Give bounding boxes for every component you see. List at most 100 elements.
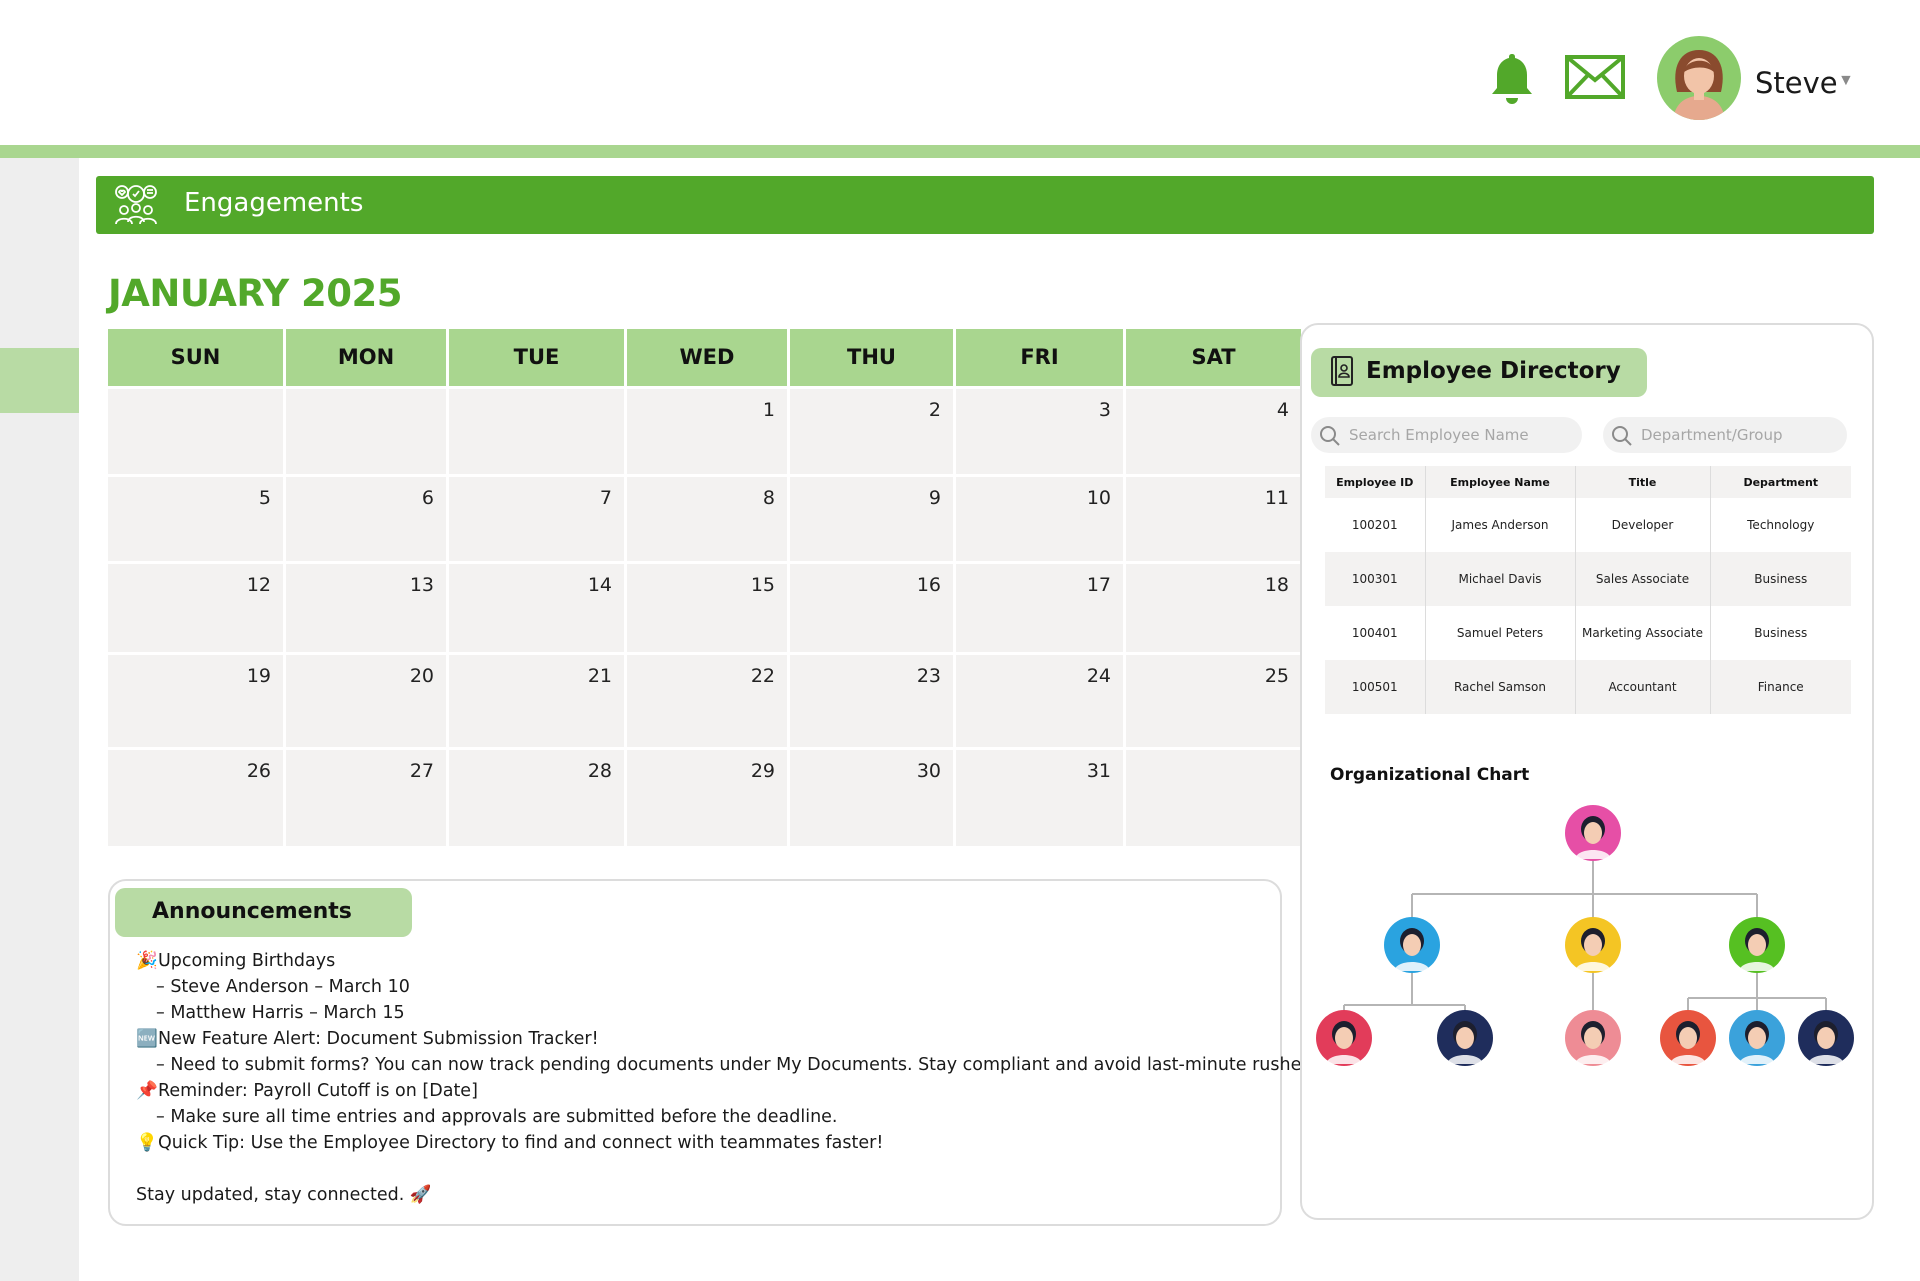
calendar-day[interactable]: 26: [108, 750, 283, 846]
caret-down-icon[interactable]: ▼: [1838, 72, 1854, 90]
calendar-day[interactable]: 25: [1126, 655, 1301, 747]
table-cell: Developer: [1575, 498, 1711, 552]
column-header[interactable]: Title: [1575, 466, 1711, 498]
org-chart-avatar[interactable]: [1384, 917, 1440, 973]
employee-table: Employee ID Employee Name Title Departme…: [1325, 466, 1851, 714]
table-cell: 100401: [1325, 606, 1426, 660]
weekday-label: SUN: [108, 329, 283, 386]
calendar-day[interactable]: 15: [627, 564, 787, 652]
announcement-closing: Stay updated, stay connected. 🚀: [136, 1185, 432, 1205]
table-header: Employee ID Employee Name Title Departme…: [1325, 466, 1851, 498]
calendar-day[interactable]: 9: [790, 477, 953, 561]
calendar-day[interactable]: [1126, 750, 1301, 846]
table-cell: Business: [1710, 552, 1851, 606]
calendar-day[interactable]: 10: [956, 477, 1123, 561]
table-cell: Sales Associate: [1575, 552, 1711, 606]
org-chart-avatar[interactable]: [1729, 917, 1785, 973]
calendar-day[interactable]: 28: [449, 750, 624, 846]
employee-search-input[interactable]: Search Employee Name: [1311, 417, 1582, 453]
calendar-day[interactable]: 30: [790, 750, 953, 846]
weekday-label: MON: [286, 329, 446, 386]
table-cell: Samuel Peters: [1425, 606, 1576, 660]
sidebar-item-active[interactable]: [0, 348, 79, 413]
calendar-day[interactable]: 2: [790, 389, 953, 474]
weekday-label: WED: [627, 329, 787, 386]
calendar-day[interactable]: 12: [108, 564, 283, 652]
calendar-day[interactable]: 31: [956, 750, 1123, 846]
table-cell: Finance: [1710, 660, 1851, 714]
table-cell: Michael Davis: [1425, 552, 1576, 606]
org-chart-avatar[interactable]: [1316, 1010, 1372, 1066]
mail-icon[interactable]: [1564, 54, 1626, 100]
org-chart-avatar[interactable]: [1660, 1010, 1716, 1066]
calendar-day[interactable]: 22: [627, 655, 787, 747]
announcement-line: 🆕New Feature Alert: Document Submission …: [136, 1026, 1318, 1052]
calendar-day[interactable]: 19: [108, 655, 283, 747]
table-cell: 100201: [1325, 498, 1426, 552]
calendar-day[interactable]: [449, 389, 624, 474]
department-search-input[interactable]: Department/Group: [1603, 417, 1847, 453]
org-chart-avatar[interactable]: [1437, 1010, 1493, 1066]
announcement-line: – Need to submit forms? You can now trac…: [156, 1055, 1318, 1075]
calendar-day[interactable]: 14: [449, 564, 624, 652]
calendar-day[interactable]: 8: [627, 477, 787, 561]
table-cell: Accountant: [1575, 660, 1711, 714]
column-header[interactable]: Employee ID: [1325, 466, 1426, 498]
avatar[interactable]: [1657, 36, 1741, 120]
weekday-label: SAT: [1126, 329, 1301, 386]
engagement-icon: [115, 185, 157, 225]
calendar-day[interactable]: 16: [790, 564, 953, 652]
announcement-line: 💡Quick Tip: Use the Employee Directory t…: [136, 1130, 1318, 1156]
calendar-day[interactable]: 3: [956, 389, 1123, 474]
weekday-label: TUE: [449, 329, 624, 386]
calendar-day[interactable]: 20: [286, 655, 446, 747]
calendar-day[interactable]: 1: [627, 389, 787, 474]
org-chart-avatar[interactable]: [1565, 917, 1621, 973]
calendar-day[interactable]: 5: [108, 477, 283, 561]
address-book-icon: [1331, 356, 1353, 386]
search-icon: [1320, 426, 1340, 446]
calendar-day[interactable]: 11: [1126, 477, 1301, 561]
table-cell: Technology: [1747, 518, 1815, 532]
announcement-line: 📌Reminder: Payroll Cutoff is on [Date]: [136, 1078, 1318, 1104]
table-row[interactable]: 100401 Samuel Peters Marketing Associate…: [1325, 606, 1851, 660]
calendar-grid: 1 2 3 4 5 6 7 8 9 10 11 12 13 14 15 16 1…: [108, 389, 1301, 846]
announcements-title: Announcements: [152, 899, 352, 924]
table-cell: 100501: [1325, 660, 1426, 714]
calendar-day[interactable]: 7: [449, 477, 624, 561]
app-root: Steve ▼ Engagements JANUARY 2025 SUN MON…: [0, 0, 1920, 1281]
column-header[interactable]: Employee Name: [1425, 466, 1576, 498]
bell-icon[interactable]: [1488, 50, 1536, 108]
table-cell: 100301: [1325, 552, 1426, 606]
calendar-day[interactable]: 17: [956, 564, 1123, 652]
column-header[interactable]: Department: [1710, 466, 1851, 498]
table-row[interactable]: 100501 Rachel Samson Accountant Finance: [1325, 660, 1851, 714]
calendar-day[interactable]: 29: [627, 750, 787, 846]
calendar-day[interactable]: 4: [1126, 389, 1301, 474]
org-chart-avatar[interactable]: [1565, 1010, 1621, 1066]
pushpin-icon: 📌: [136, 1081, 158, 1101]
org-chart-avatar[interactable]: [1798, 1010, 1854, 1066]
calendar-day[interactable]: 23: [790, 655, 953, 747]
calendar-day[interactable]: 27: [286, 750, 446, 846]
org-chart-title: Organizational Chart: [1330, 765, 1530, 785]
table-row[interactable]: 100301 Michael Davis Sales Associate Bus…: [1325, 552, 1851, 606]
calendar-day[interactable]: [108, 389, 283, 474]
calendar-day[interactable]: [286, 389, 446, 474]
user-name[interactable]: Steve: [1755, 66, 1838, 100]
calendar-day[interactable]: 6: [286, 477, 446, 561]
calendar-day[interactable]: 21: [449, 655, 624, 747]
org-chart-avatar[interactable]: [1729, 1010, 1785, 1066]
lightbulb-icon: 💡: [136, 1133, 158, 1153]
section-banner: Engagements: [96, 176, 1874, 234]
table-row[interactable]: 100201 James Anderson Developer Technolo…: [1325, 498, 1851, 552]
new-badge-icon: 🆕: [136, 1029, 158, 1049]
calendar-day[interactable]: 13: [286, 564, 446, 652]
directory-title: Employee Directory: [1366, 358, 1621, 384]
org-chart-avatar[interactable]: [1565, 805, 1621, 861]
calendar-day[interactable]: 18: [1126, 564, 1301, 652]
org-chart-nodes: [1316, 805, 1854, 1066]
calendar-day[interactable]: 24: [956, 655, 1123, 747]
left-sidebar: [0, 158, 79, 1281]
calendar-weekday-header: SUN MON TUE WED THU FRI SAT: [108, 329, 1301, 386]
